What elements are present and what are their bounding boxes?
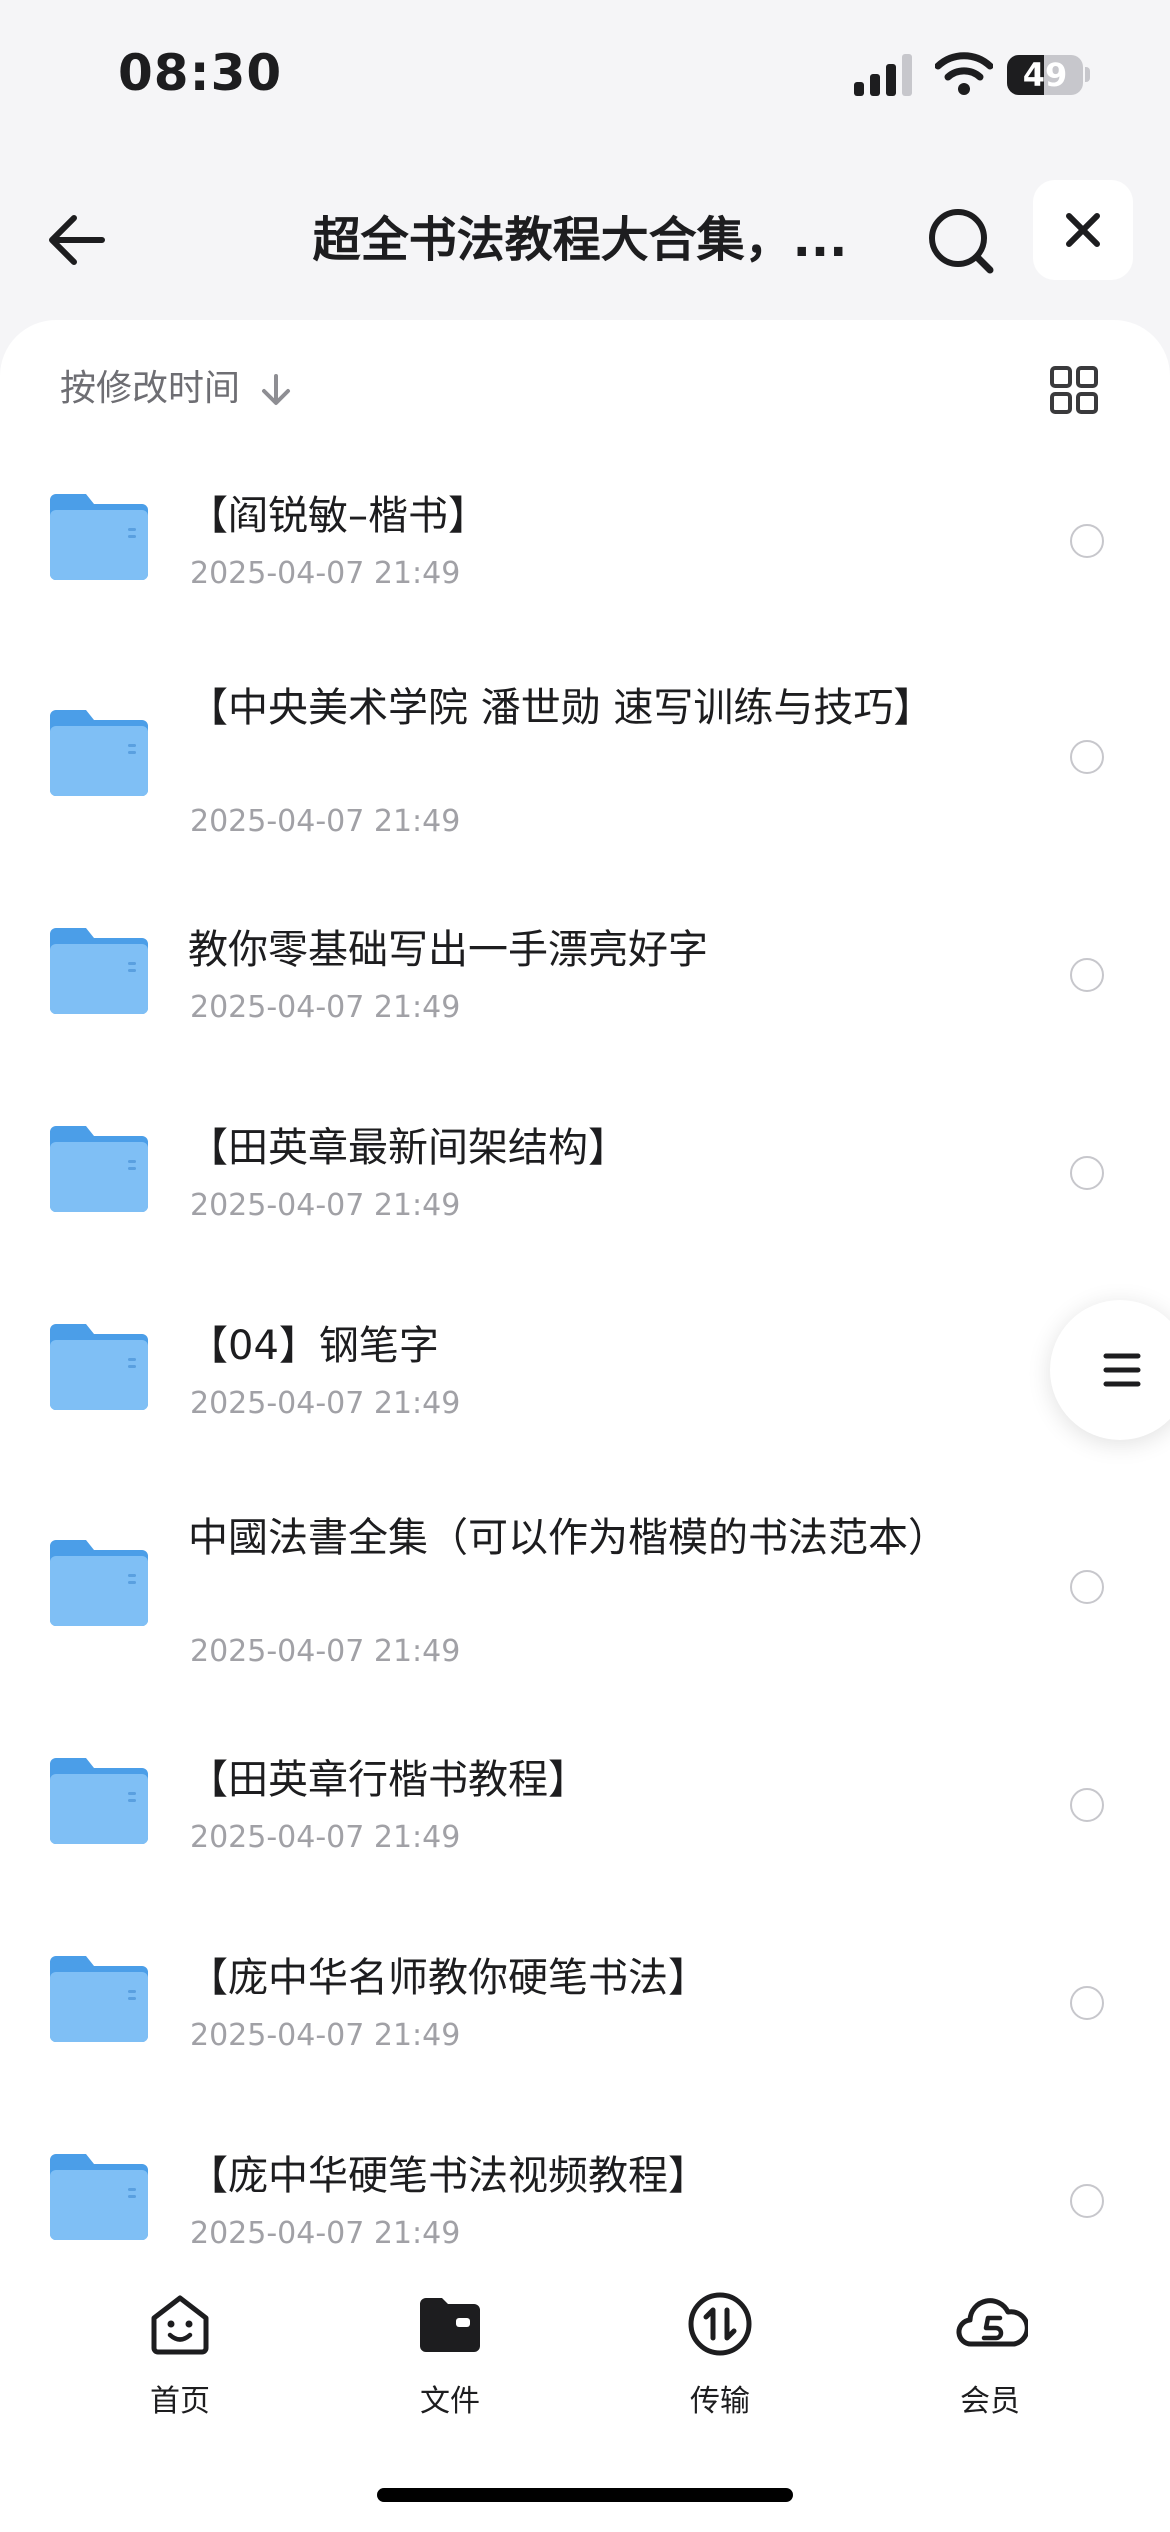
tab-files[interactable]: 文件 [370, 2290, 530, 2430]
file-date: 2025-04-07 21:49 [190, 1188, 461, 1223]
transfer-icon [688, 2292, 752, 2356]
select-checkbox[interactable] [1070, 740, 1104, 774]
close-icon [1066, 213, 1100, 247]
sort-button[interactable]: 按修改时间 [60, 364, 240, 414]
folder-icon[interactable] [48, 708, 150, 798]
tab-vip[interactable]: 会员 [910, 2290, 1070, 2430]
cellular-signal-icon [854, 54, 912, 96]
file-list-sheet: 按修改时间 【阎锐敏–楷书】 2025-04-07 21:49 【中央美术学院 潘世… [0, 320, 1170, 2270]
battery-icon: 49 [1007, 55, 1090, 95]
status-time: 08:30 [118, 44, 283, 102]
select-checkbox[interactable] [1070, 1788, 1104, 1822]
search-icon[interactable] [920, 198, 1004, 282]
folder-icon[interactable] [48, 1538, 150, 1628]
file-name[interactable]: 【阎锐敏–楷书】 [188, 488, 948, 544]
folder-icon[interactable] [48, 1954, 150, 2044]
file-name[interactable]: 【庞中华硬笔书法视频教程】 [188, 2148, 948, 2204]
back-arrow-icon[interactable] [40, 200, 120, 280]
sort-bar: 按修改时间 [0, 320, 1170, 460]
select-checkbox[interactable] [1070, 958, 1104, 992]
select-checkbox[interactable] [1070, 2184, 1104, 2218]
folder-icon[interactable] [48, 1756, 150, 1846]
file-date: 2025-04-07 21:49 [190, 2018, 461, 2053]
folder-icon[interactable] [48, 2152, 150, 2242]
tab-transfer-label: 传输 [690, 2384, 750, 2419]
file-date: 2025-04-07 21:49 [190, 556, 461, 591]
file-name[interactable]: 【庞中华名师教你硬笔书法】 [188, 1950, 948, 2006]
folder-icon[interactable] [48, 1322, 150, 1412]
home-indicator [377, 2488, 793, 2502]
floating-menu-button[interactable] [1050, 1300, 1170, 1440]
menu-icon [1103, 1353, 1141, 1387]
battery-level-text: 49 [1022, 56, 1068, 94]
vip-cloud-icon [956, 2298, 1028, 2347]
select-checkbox[interactable] [1070, 1986, 1104, 2020]
file-name[interactable]: 【中央美术学院 潘世勋 速写训练与技巧】 [188, 680, 948, 736]
close-button[interactable] [1033, 180, 1133, 280]
file-name[interactable]: 【04】钢笔字 [188, 1318, 948, 1374]
file-name[interactable]: 【田英章最新间架结构】 [188, 1120, 948, 1176]
file-date: 2025-04-07 21:49 [190, 1386, 461, 1421]
file-name[interactable]: 中國法書全集（可以作为楷模的书法范本） [188, 1510, 948, 1566]
file-date: 2025-04-07 21:49 [190, 1820, 461, 1855]
folder-icon [420, 2298, 480, 2352]
nav-header: 超全书法教程大合集，... [0, 150, 1170, 320]
select-checkbox[interactable] [1070, 1156, 1104, 1190]
tab-transfer[interactable]: 传输 [640, 2290, 800, 2430]
tab-home-label: 首页 [150, 2384, 210, 2419]
tab-home[interactable]: 首页 [100, 2290, 260, 2430]
file-name[interactable]: 【田英章行楷书教程】 [188, 1752, 948, 1808]
tab-files-label: 文件 [420, 2384, 480, 2419]
folder-icon[interactable] [48, 926, 150, 1016]
grid-view-icon[interactable] [1048, 364, 1100, 416]
file-date: 2025-04-07 21:49 [190, 1634, 461, 1669]
folder-icon[interactable] [48, 492, 150, 582]
file-date: 2025-04-07 21:49 [190, 2216, 461, 2251]
select-checkbox[interactable] [1070, 524, 1104, 558]
wifi-icon [935, 52, 993, 95]
file-name[interactable]: 教你零基础写出一手漂亮好字 [188, 922, 948, 978]
select-checkbox[interactable] [1070, 1570, 1104, 1604]
tab-vip-label: 会员 [960, 2384, 1020, 2419]
page-title: 超全书法教程大合集，... [312, 212, 848, 268]
file-date: 2025-04-07 21:49 [190, 990, 461, 1025]
status-bar: 08:30 49 [0, 0, 1170, 150]
home-smile-icon [151, 2295, 209, 2355]
file-date: 2025-04-07 21:49 [190, 804, 461, 839]
folder-icon[interactable] [48, 1124, 150, 1214]
sort-down-arrow-icon[interactable] [258, 372, 294, 408]
